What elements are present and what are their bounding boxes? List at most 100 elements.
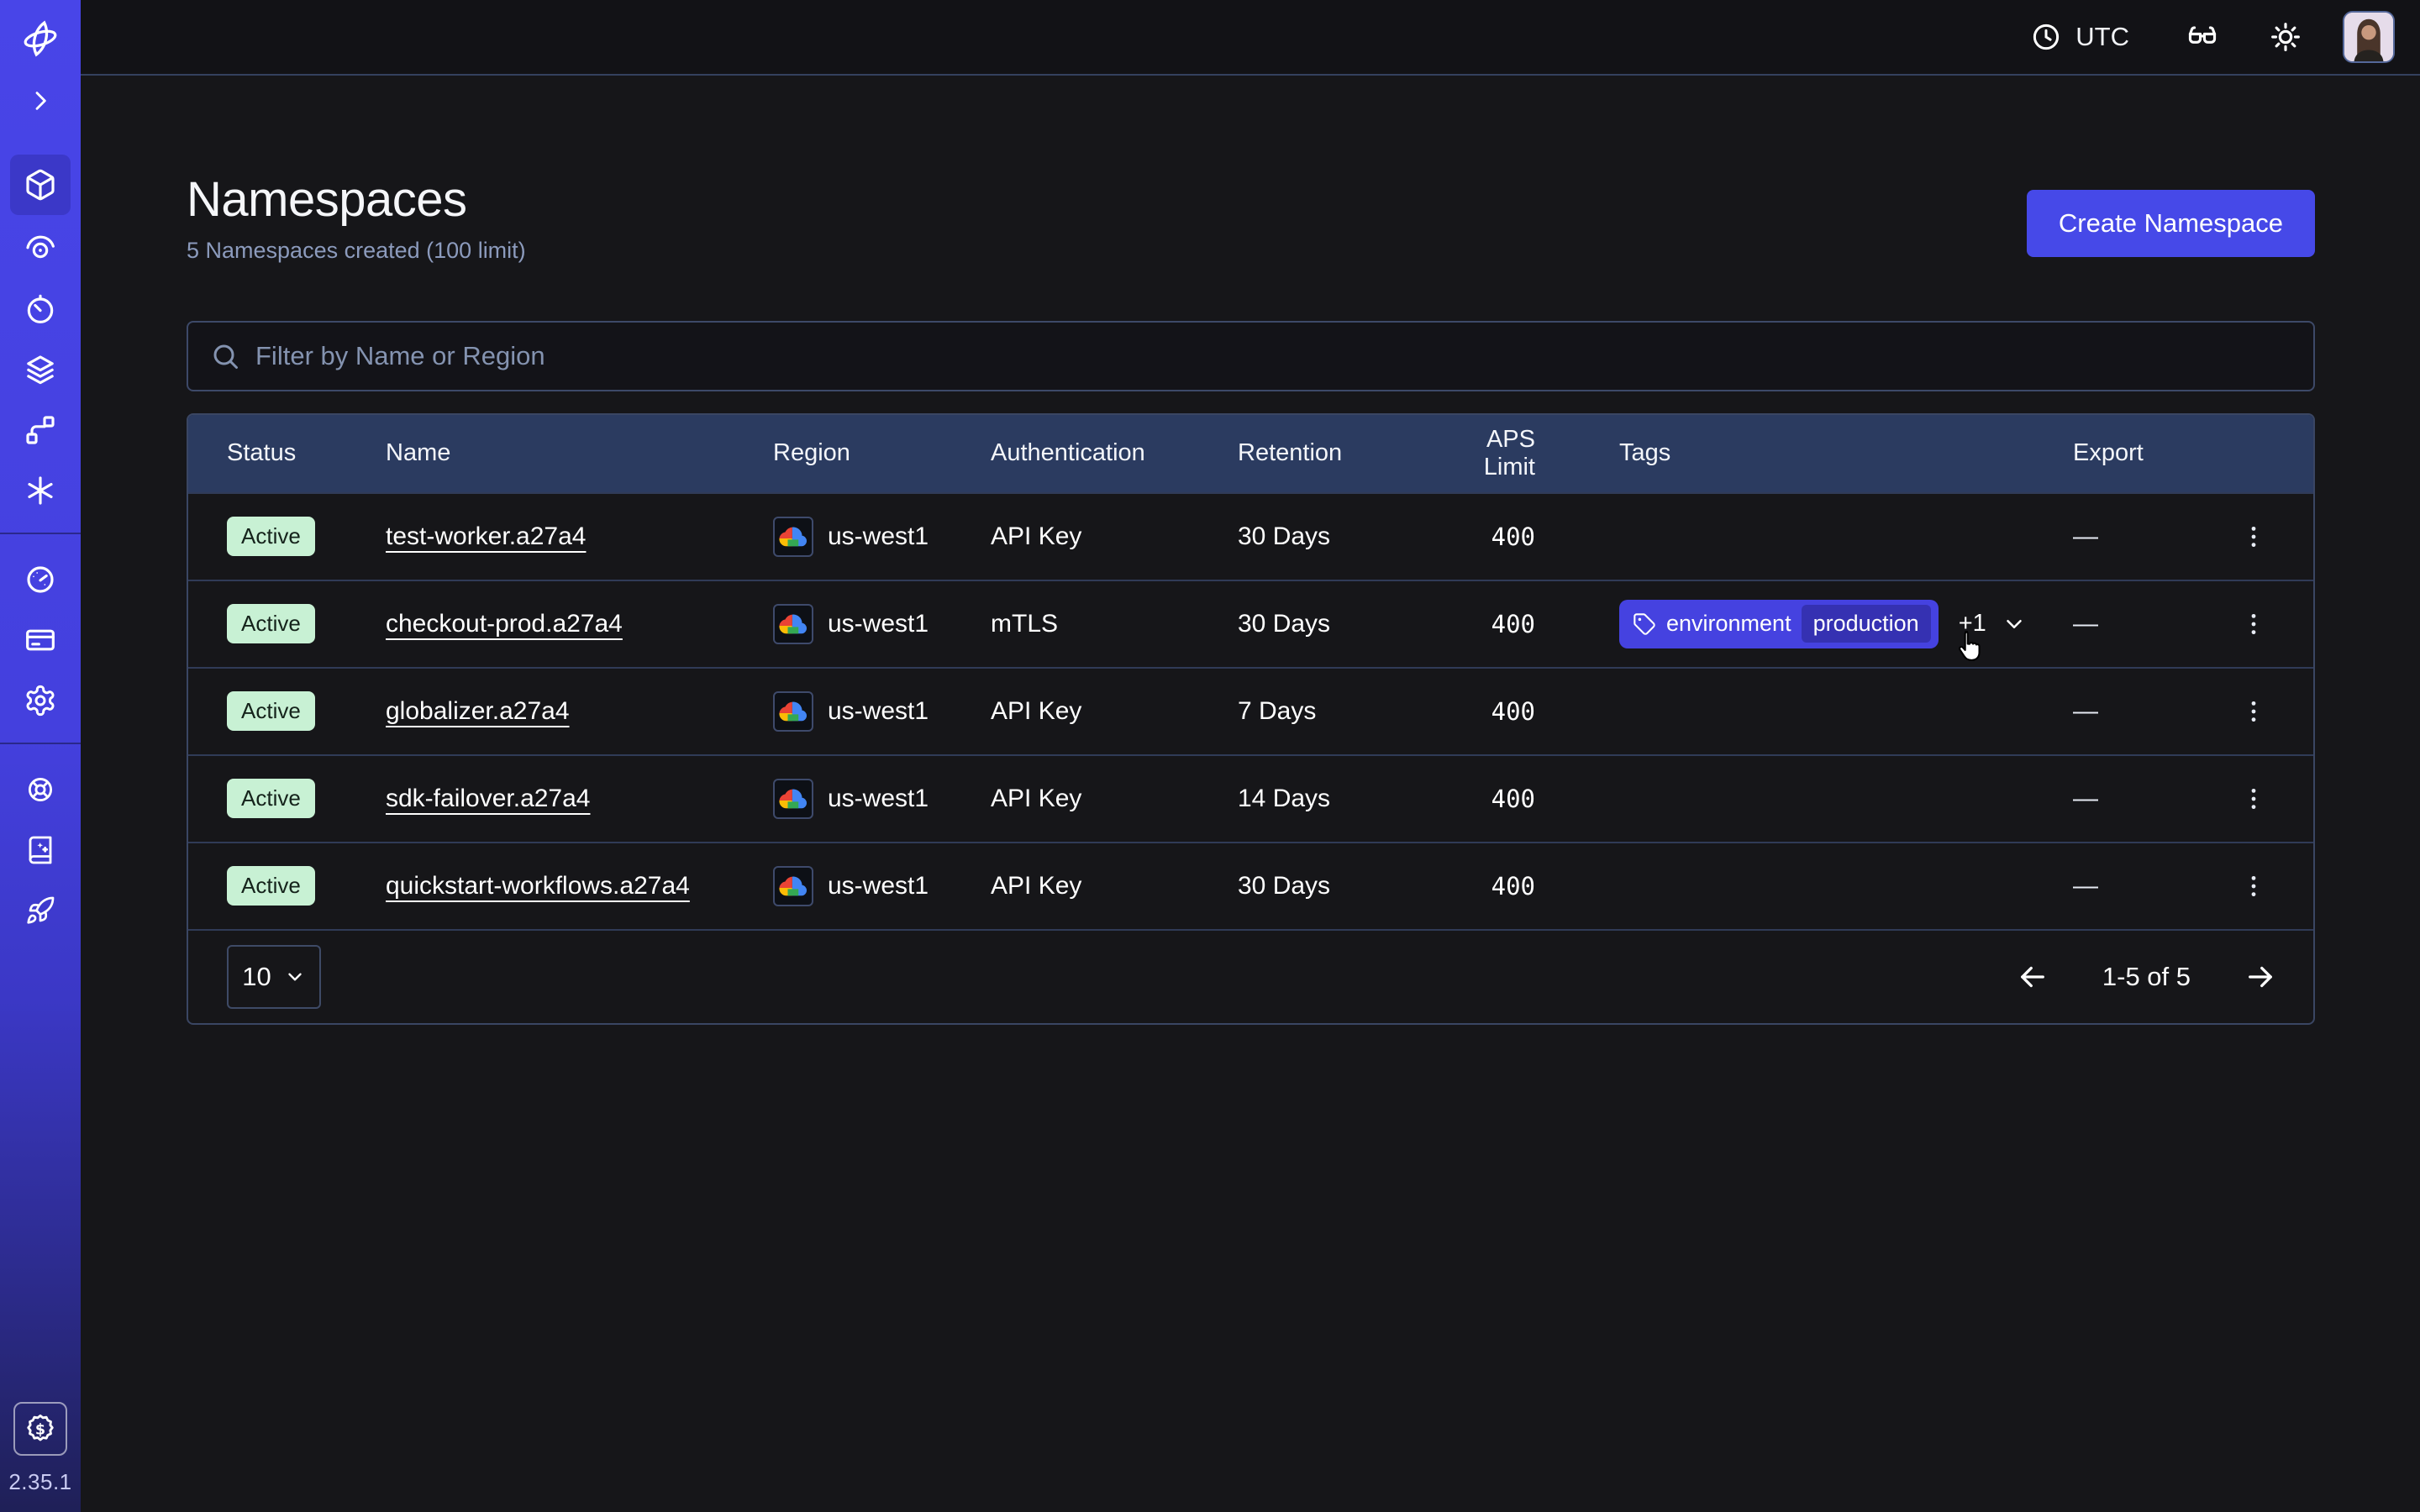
auth-label: API Key — [991, 872, 1238, 900]
kebab-menu-icon — [2239, 522, 2268, 551]
cube-icon — [24, 168, 57, 202]
sidebar-item-schedules[interactable] — [10, 282, 71, 336]
sidebar-divider — [0, 743, 81, 744]
export-value: — — [2073, 522, 2224, 551]
tag-key: environment — [1666, 611, 1791, 637]
clock-icon — [2030, 21, 2062, 53]
search-input[interactable] — [255, 341, 2300, 371]
sidebar-divider — [0, 533, 81, 534]
sidebar-item-monitor[interactable] — [10, 222, 71, 276]
app-version: 2.35.1 — [8, 1469, 71, 1495]
status-badge: Active — [227, 691, 315, 731]
row-menu-button[interactable] — [2231, 514, 2276, 559]
col-header-export: Export — [2073, 439, 2224, 467]
eye-orbit-icon — [24, 232, 57, 265]
next-page-button[interactable] — [2243, 959, 2278, 995]
sidebar-expand-chevron-icon[interactable] — [10, 84, 71, 118]
pagination-range: 1-5 of 5 — [2102, 962, 2191, 992]
asterisk-icon — [24, 474, 57, 507]
namespace-link[interactable]: test-worker.a27a4 — [386, 522, 586, 550]
sidebar: $ 2.35.1 — [0, 0, 81, 1512]
arrow-left-icon — [2015, 959, 2050, 995]
sidebar-item-support[interactable] — [10, 763, 71, 816]
col-header-retention: Retention — [1238, 439, 1429, 467]
retention-label: 7 Days — [1238, 697, 1429, 726]
temporal-logo-icon[interactable] — [10, 17, 71, 60]
export-value: — — [2073, 610, 2224, 638]
reader-mode-button[interactable] — [2185, 19, 2220, 55]
col-header-authentication: Authentication — [991, 439, 1238, 467]
row-menu-button[interactable] — [2231, 864, 2276, 909]
table-row: Active globalizer.a27a4 us-west1 API Key… — [188, 667, 2313, 754]
namespace-link[interactable]: globalizer.a27a4 — [386, 697, 570, 725]
auth-label: mTLS — [991, 610, 1238, 638]
namespace-count-subtitle: 5 Namespaces created (100 limit) — [187, 238, 526, 264]
timezone-selector[interactable]: UTC — [2030, 21, 2129, 53]
kebab-menu-icon — [2239, 697, 2268, 726]
kebab-menu-icon — [2239, 872, 2268, 900]
namespace-link[interactable]: checkout-prod.a27a4 — [386, 610, 623, 638]
aps-limit-value: 400 — [1429, 522, 1535, 551]
previous-page-button[interactable] — [2015, 959, 2050, 995]
sidebar-item-usage[interactable] — [10, 553, 71, 606]
sidebar-item-deployments[interactable] — [10, 343, 71, 396]
arrow-right-icon — [2243, 959, 2278, 995]
namespace-link[interactable]: quickstart-workflows.a27a4 — [386, 872, 690, 900]
sidebar-item-docs[interactable] — [10, 823, 71, 877]
namespace-link[interactable]: sdk-failover.a27a4 — [386, 785, 591, 812]
gcp-cloud-icon — [773, 604, 813, 644]
col-header-region: Region — [773, 439, 991, 467]
layers-icon — [24, 353, 57, 386]
gcp-cloud-icon — [773, 691, 813, 732]
aps-limit-value: 400 — [1429, 697, 1535, 726]
table-row: Active sdk-failover.a27a4 us-west1 API K… — [188, 754, 2313, 842]
table-footer: 10 1-5 of 5 — [188, 929, 2313, 1023]
sidebar-item-workflows[interactable] — [10, 403, 71, 457]
tags-cell: environment production +1 — [1535, 600, 2073, 648]
sidebar-item-getting-started[interactable] — [10, 884, 71, 937]
filter-search-box[interactable] — [187, 321, 2315, 391]
sidebar-item-integrations[interactable] — [10, 464, 71, 517]
status-badge: Active — [227, 517, 315, 556]
user-avatar[interactable] — [2343, 11, 2395, 63]
region-label: us-west1 — [828, 785, 929, 813]
rocket-icon — [25, 895, 55, 926]
gear-icon — [24, 684, 57, 717]
export-value: — — [2073, 697, 2224, 726]
sun-icon — [2269, 20, 2302, 54]
tag-icon — [1633, 612, 1656, 636]
credit-card-icon — [24, 623, 57, 657]
retention-label: 30 Days — [1238, 610, 1429, 638]
auth-label: API Key — [991, 697, 1238, 726]
dollar-seal-icon: $ — [24, 1412, 57, 1446]
export-value: — — [2073, 785, 2224, 813]
theme-toggle-button[interactable] — [2269, 20, 2302, 54]
kebab-menu-icon — [2239, 610, 2268, 638]
status-badge: Active — [227, 779, 315, 818]
sidebar-item-settings[interactable] — [10, 674, 71, 727]
table-row: Active test-worker.a27a4 us-west1 API Ke… — [188, 492, 2313, 580]
col-header-name: Name — [386, 439, 773, 467]
namespaces-table: Status Name Region Authentication Retent… — [187, 413, 2315, 1025]
aps-limit-value: 400 — [1429, 610, 1535, 638]
table-header: Status Name Region Authentication Retent… — [188, 415, 2313, 492]
sidebar-item-billing[interactable] — [10, 613, 71, 667]
tags-expand-chevron-icon[interactable] — [2002, 612, 2027, 637]
billing-dollar-badge-button[interactable]: $ — [13, 1402, 67, 1456]
tag-chip[interactable]: environment production — [1619, 600, 1939, 648]
sidebar-item-namespaces[interactable] — [10, 155, 71, 215]
row-menu-button[interactable] — [2231, 689, 2276, 734]
page-size-select[interactable]: 10 — [227, 945, 321, 1009]
timezone-label: UTC — [2075, 22, 2129, 52]
row-menu-button[interactable] — [2231, 776, 2276, 822]
timer-icon — [24, 292, 57, 326]
aps-limit-value: 400 — [1429, 785, 1535, 813]
kebab-menu-icon — [2239, 785, 2268, 813]
gcp-cloud-icon — [773, 866, 813, 906]
row-menu-button[interactable] — [2231, 601, 2276, 647]
auth-label: API Key — [991, 785, 1238, 813]
status-badge: Active — [227, 604, 315, 643]
col-header-status: Status — [227, 439, 386, 467]
retention-label: 30 Days — [1238, 522, 1429, 551]
create-namespace-button[interactable]: Create Namespace — [2027, 190, 2315, 257]
